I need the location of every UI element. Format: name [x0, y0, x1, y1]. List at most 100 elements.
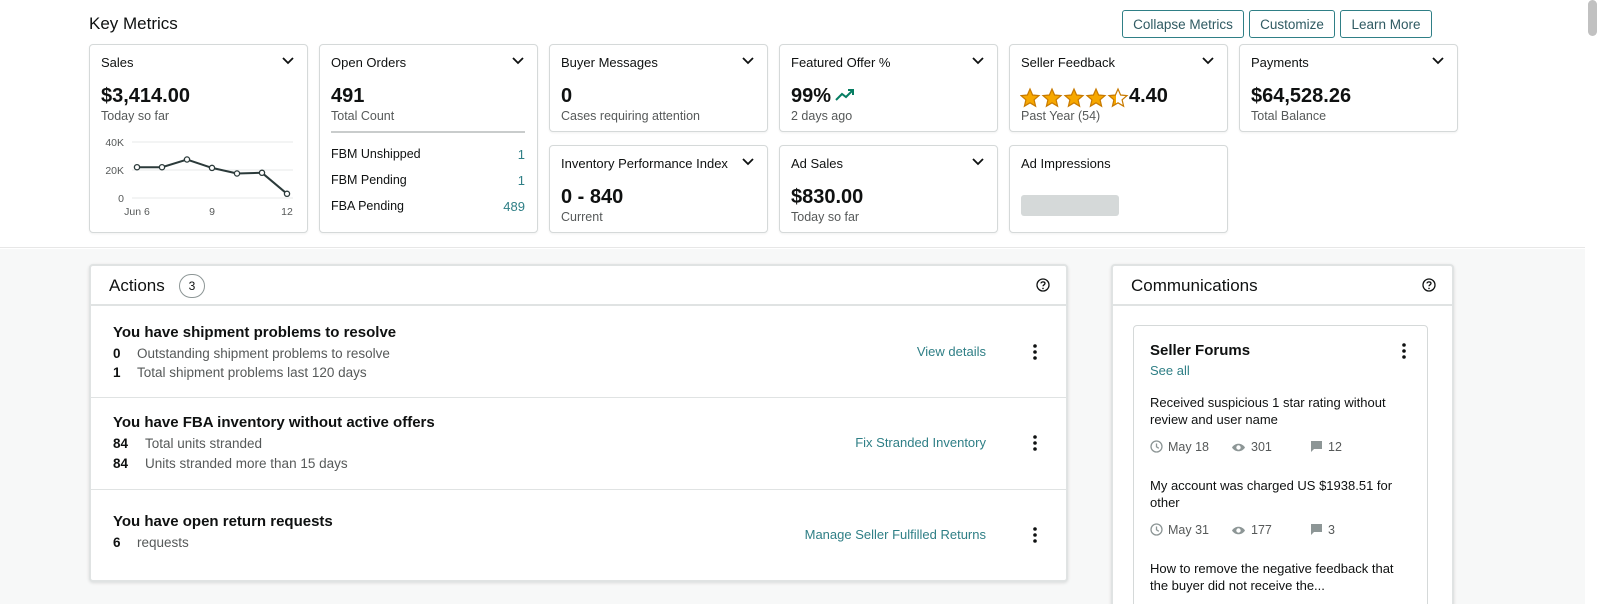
actions-header: Actions 3 — [91, 266, 1066, 306]
ad-sales-sub: Today so far — [791, 210, 860, 224]
payments-title: Payments — [1251, 55, 1309, 70]
chevron-down-icon[interactable] — [741, 56, 755, 66]
view-details-link[interactable]: View details — [917, 344, 986, 359]
loading-placeholder — [1021, 195, 1119, 216]
learn-more-button[interactable]: Learn More — [1340, 10, 1432, 38]
inventory-value: 0 - 840 — [561, 186, 624, 208]
seller-forums-card: Seller Forums See all Received suspiciou… — [1133, 325, 1428, 604]
fix-stranded-inventory-link[interactable]: Fix Stranded Inventory — [855, 435, 986, 450]
forum-post[interactable]: How to remove the negative feedback that… — [1150, 560, 1411, 600]
post-replies: 12 — [1310, 439, 1342, 455]
action-count: 1 — [113, 365, 121, 380]
forum-post-title[interactable]: Received suspicious 1 star rating withou… — [1150, 394, 1411, 428]
chevron-down-icon[interactable] — [1201, 56, 1215, 66]
star-icon — [1041, 87, 1063, 108]
chart-x-tick: 9 — [209, 206, 215, 218]
forum-post-title[interactable]: My account was charged US $1938.51 for o… — [1150, 477, 1411, 511]
featured-offer-card[interactable]: Featured Offer % 99% 2 days ago — [779, 44, 998, 132]
inventory-sub: Current — [561, 210, 603, 224]
row-value[interactable]: 1 — [518, 173, 525, 188]
help-icon[interactable] — [1422, 278, 1436, 292]
sales-point[interactable] — [283, 190, 291, 198]
row-label: FBM Pending — [331, 173, 407, 187]
action-title: You have shipment problems to resolve — [113, 324, 397, 341]
post-date: May 31 — [1150, 522, 1209, 538]
ad-sales-title: Ad Sales — [791, 156, 844, 171]
action-title: You have FBA inventory without active of… — [113, 414, 435, 431]
trend-up-icon — [835, 89, 854, 101]
inventory-performance-card[interactable]: Inventory Performance Index 0 - 840 Curr… — [549, 145, 768, 233]
more-options-icon[interactable] — [1032, 343, 1038, 361]
chevron-down-icon[interactable] — [1431, 56, 1445, 66]
sales-point[interactable] — [208, 164, 216, 172]
main-content: Actions 3 You have shipment problems to … — [0, 249, 1585, 604]
star-icon — [1085, 87, 1107, 108]
page-scrollbar[interactable] — [1585, 0, 1600, 604]
eye-icon — [1232, 443, 1245, 452]
payments-card[interactable]: Payments $64,528.26 Total Balance — [1239, 44, 1458, 132]
chart-x-tick: Jun 6 — [124, 206, 150, 218]
open-orders-card[interactable]: Open Orders 491 Total Count FBM Unshippe… — [319, 44, 538, 233]
clock-icon — [1150, 523, 1163, 536]
fba-pending-row[interactable]: FBA Pending 489 — [331, 199, 525, 215]
buyer-messages-value: 0 — [561, 85, 573, 107]
customize-button[interactable]: Customize — [1249, 10, 1335, 38]
sales-point[interactable] — [183, 156, 191, 163]
forum-post[interactable]: My account was charged US $1938.51 for o… — [1150, 477, 1411, 545]
chevron-down-icon[interactable] — [281, 56, 295, 66]
post-replies: 3 — [1310, 522, 1335, 538]
sales-card-title: Sales — [101, 55, 134, 70]
eye-icon — [1232, 526, 1245, 535]
post-views: 177 — [1231, 522, 1272, 538]
collapse-metrics-button[interactable]: Collapse Metrics — [1122, 10, 1244, 38]
seller-feedback-value: 4.40 — [1129, 85, 1168, 107]
row-value[interactable]: 1 — [518, 147, 525, 162]
more-options-icon[interactable] — [1032, 526, 1038, 544]
help-icon[interactable] — [1036, 278, 1050, 292]
action-line-text: Total shipment problems last 120 days — [137, 365, 367, 380]
ad-sales-value: $830.00 — [791, 186, 864, 208]
action-count: 6 — [113, 535, 121, 550]
row-label: FBM Unshipped — [331, 147, 421, 161]
chevron-down-icon[interactable] — [741, 157, 755, 167]
sales-point[interactable] — [258, 169, 266, 177]
star-icon — [1063, 87, 1085, 108]
ad-sales-card[interactable]: Ad Sales $830.00 Today so far — [779, 145, 998, 233]
sales-point[interactable] — [158, 163, 166, 171]
seller-forums-title: Seller Forums — [1150, 342, 1251, 359]
forum-post[interactable]: Received suspicious 1 star rating withou… — [1150, 394, 1411, 462]
chevron-down-icon[interactable] — [511, 56, 525, 66]
communications-header: Communications — [1113, 266, 1452, 306]
actions-panel: Actions 3 You have shipment problems to … — [89, 264, 1068, 582]
action-line-text: Total units stranded — [145, 436, 263, 451]
sales-point[interactable] — [133, 163, 141, 171]
row-label: FBA Pending — [331, 199, 404, 213]
comment-icon — [1311, 441, 1322, 452]
sales-point[interactable] — [233, 170, 241, 177]
more-options-icon[interactable] — [1401, 342, 1407, 360]
post-views: 301 — [1231, 439, 1272, 455]
open-orders-value: 491 — [331, 85, 365, 107]
more-options-icon[interactable] — [1032, 434, 1038, 452]
see-all-link[interactable]: See all — [1150, 363, 1190, 378]
communications-panel: Communications Seller Forums See all Rec… — [1111, 264, 1454, 604]
seller-feedback-card[interactable]: Seller Feedback 4.40 Past Year (54) — [1009, 44, 1228, 132]
fbm-unshipped-row[interactable]: FBM Unshipped 1 — [331, 147, 525, 163]
action-item-returns: You have open return requests 6 requests … — [91, 490, 1066, 580]
buyer-messages-card[interactable]: Buyer Messages 0 Cases requiring attenti… — [549, 44, 768, 132]
communications-title: Communications — [1131, 276, 1258, 295]
fbm-pending-row[interactable]: FBM Pending 1 — [331, 173, 525, 189]
scrollbar-thumb[interactable] — [1588, 0, 1597, 36]
sales-card[interactable]: Sales $3,414.00 Today so far 40K 20K 0 Jun … — [89, 44, 308, 233]
key-metrics-section: Key Metrics Collapse Metrics Customize L… — [0, 0, 1585, 248]
row-value[interactable]: 489 — [503, 199, 525, 214]
chart-y-tick: 40K — [105, 137, 124, 149]
chevron-down-icon[interactable] — [971, 56, 985, 66]
action-title: You have open return requests — [113, 513, 333, 530]
open-orders-sub: Total Count — [331, 109, 395, 123]
chevron-down-icon[interactable] — [971, 157, 985, 167]
ad-impressions-card[interactable]: Ad Impressions — [1009, 145, 1228, 233]
post-views-text: 301 — [1251, 440, 1272, 454]
manage-returns-link[interactable]: Manage Seller Fulfilled Returns — [805, 527, 986, 542]
forum-post-title[interactable]: How to remove the negative feedback that… — [1150, 560, 1411, 594]
